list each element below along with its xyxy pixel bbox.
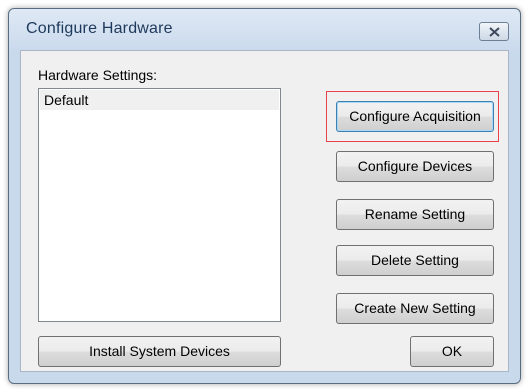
title-bar[interactable]: Configure Hardware bbox=[9, 9, 520, 49]
delete-setting-button[interactable]: Delete Setting bbox=[336, 245, 494, 276]
ok-button[interactable]: OK bbox=[410, 336, 494, 367]
close-icon bbox=[489, 27, 500, 37]
hardware-settings-list[interactable]: Default bbox=[38, 88, 281, 322]
list-item-default[interactable]: Default bbox=[40, 90, 279, 110]
rename-setting-button[interactable]: Rename Setting bbox=[336, 199, 494, 230]
configure-devices-button[interactable]: Configure Devices bbox=[336, 151, 494, 182]
dialog-body: Hardware Settings: Default Configure Acq… bbox=[20, 50, 509, 372]
create-new-setting-button[interactable]: Create New Setting bbox=[336, 293, 494, 324]
close-button[interactable] bbox=[479, 22, 509, 41]
configure-hardware-dialog: Configure Hardware Hardware Settings: De… bbox=[8, 8, 521, 384]
install-system-devices-button[interactable]: Install System Devices bbox=[38, 336, 281, 367]
hardware-settings-label: Hardware Settings: bbox=[38, 67, 158, 83]
configure-acquisition-button[interactable]: Configure Acquisition bbox=[336, 101, 494, 132]
dialog-title: Configure Hardware bbox=[26, 20, 173, 37]
